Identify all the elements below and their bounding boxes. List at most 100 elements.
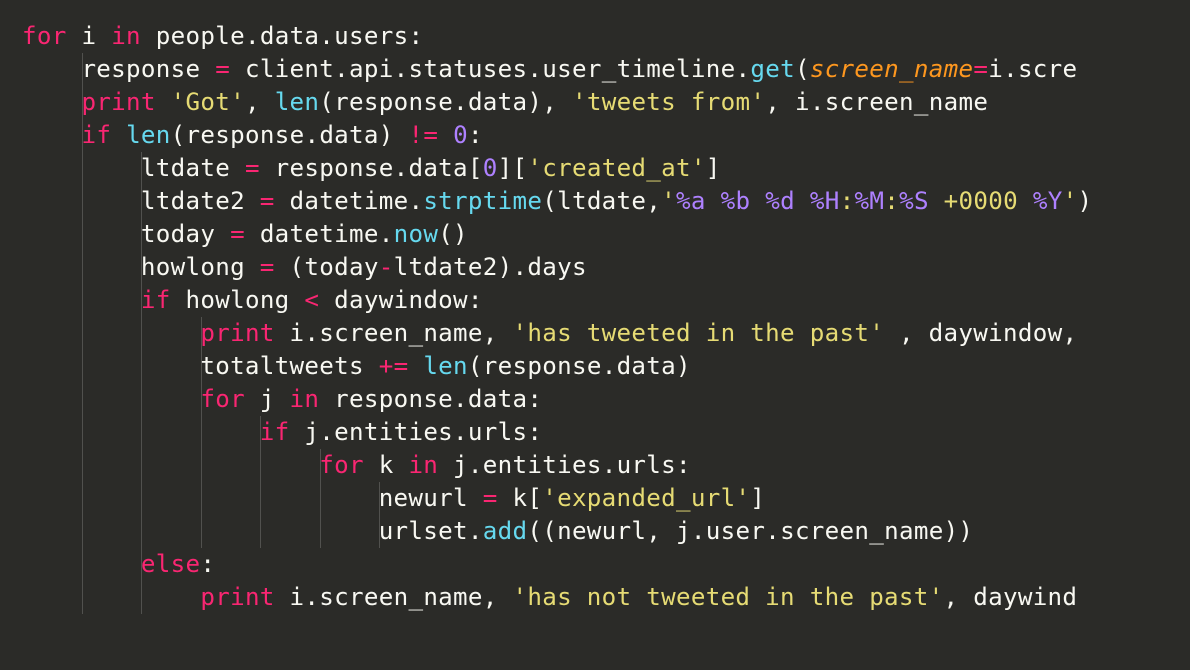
code-token: k xyxy=(364,451,409,479)
code-token: in xyxy=(290,385,320,413)
code-token: response xyxy=(186,121,305,149)
code-token xyxy=(275,253,290,281)
code-token: print xyxy=(200,319,274,347)
code-token: ) xyxy=(676,352,691,380)
code-token: ( xyxy=(468,352,483,380)
code-token: 'tweets from' xyxy=(572,88,765,116)
code-token: for xyxy=(319,451,364,479)
code-token: %b xyxy=(721,187,751,215)
code-token: len xyxy=(126,121,171,149)
code-token: urls xyxy=(617,451,676,479)
code-token: ] xyxy=(706,154,721,182)
code-editor[interactable]: for i in people.data.users: response = c… xyxy=(0,0,1190,670)
code-token: urlset xyxy=(22,517,468,545)
code-token: user_timeline xyxy=(542,55,735,83)
code-token: data xyxy=(617,352,676,380)
code-token: users xyxy=(334,22,408,50)
code-token: %S xyxy=(899,187,929,215)
code-token: add xyxy=(483,517,528,545)
code-token: (( xyxy=(527,517,557,545)
code-token: [ xyxy=(527,484,542,512)
code-token: ( xyxy=(290,253,305,281)
code-block: for i in people.data.users: response = c… xyxy=(22,20,1092,614)
code-token: screen_name xyxy=(825,88,988,116)
code-token xyxy=(438,121,453,149)
code-token: . xyxy=(453,385,468,413)
code-token: entities xyxy=(334,418,453,446)
code-token: . xyxy=(810,88,825,116)
code-token: ( xyxy=(795,55,810,83)
code-token: screen_name xyxy=(780,517,943,545)
code-token: 'Got' xyxy=(171,88,245,116)
code-token: data xyxy=(319,121,378,149)
code-token: )) xyxy=(944,517,974,545)
code-token: newurl xyxy=(557,517,646,545)
code-token: 'has tweeted in the past' xyxy=(513,319,885,347)
code-token: i xyxy=(795,88,810,116)
code-token: data xyxy=(408,154,467,182)
code-token: data xyxy=(468,88,527,116)
code-token xyxy=(22,385,200,413)
code-token: . xyxy=(319,418,334,446)
code-token: ' xyxy=(1063,187,1078,215)
code-token: , xyxy=(483,583,513,611)
code-token: %M xyxy=(854,187,884,215)
code-token: k xyxy=(498,484,528,512)
code-token: = xyxy=(260,253,275,281)
code-token: ) xyxy=(379,121,409,149)
code-token: : xyxy=(468,121,483,149)
code-token: . xyxy=(408,187,423,215)
code-token: client xyxy=(230,55,334,83)
code-token xyxy=(884,319,899,347)
code-token: - xyxy=(379,253,394,281)
code-token xyxy=(111,121,126,149)
code-token: entities xyxy=(483,451,602,479)
code-token xyxy=(22,286,141,314)
code-token: : xyxy=(840,187,855,215)
code-token: if xyxy=(141,286,171,314)
code-token: 0 xyxy=(483,154,498,182)
code-token: = xyxy=(215,55,230,83)
code-token: . xyxy=(379,220,394,248)
code-token: . xyxy=(304,583,319,611)
code-token: len xyxy=(423,352,468,380)
code-token: %d xyxy=(765,187,795,215)
code-token: scre xyxy=(1018,55,1077,83)
code-token: i xyxy=(275,319,305,347)
code-token: , xyxy=(646,187,661,215)
code-token: in xyxy=(408,451,438,479)
code-token: , xyxy=(944,583,974,611)
code-token: . xyxy=(394,55,409,83)
code-token: . xyxy=(468,517,483,545)
code-token xyxy=(22,583,200,611)
code-token: . xyxy=(527,55,542,83)
code-token: . xyxy=(394,154,409,182)
code-token: , xyxy=(542,88,572,116)
code-token: () xyxy=(438,220,468,248)
code-token: ][ xyxy=(498,154,528,182)
code-token xyxy=(408,352,423,380)
code-token xyxy=(156,88,171,116)
code-token: response xyxy=(260,154,394,182)
code-token xyxy=(22,451,319,479)
code-token: . xyxy=(304,319,319,347)
code-token: data xyxy=(468,385,527,413)
code-token: += xyxy=(379,352,409,380)
code-token: people xyxy=(141,22,245,50)
code-token: : xyxy=(200,550,215,578)
code-token: ' xyxy=(661,187,676,215)
code-token: %H xyxy=(810,187,840,215)
code-token: . xyxy=(453,418,468,446)
code-token: i xyxy=(67,22,112,50)
code-token: for xyxy=(200,385,245,413)
code-token: 'expanded_url' xyxy=(542,484,750,512)
code-token: howlong xyxy=(22,253,260,281)
code-token: ( xyxy=(171,121,186,149)
code-token: = xyxy=(260,187,275,215)
code-token: ( xyxy=(542,187,557,215)
code-token: ltdate2 xyxy=(394,253,498,281)
code-token: = xyxy=(230,220,245,248)
code-token: response xyxy=(483,352,602,380)
code-token: urls xyxy=(468,418,527,446)
code-token: : xyxy=(527,418,542,446)
